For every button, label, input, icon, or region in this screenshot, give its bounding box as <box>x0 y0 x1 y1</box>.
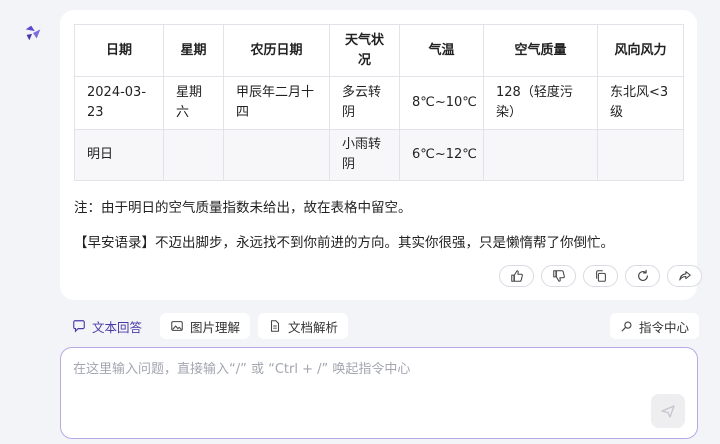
thumbs-up-icon <box>510 270 523 282</box>
cell-lunar: 甲辰年二月十四 <box>223 76 330 130</box>
like-button[interactable] <box>499 265 534 287</box>
answer-card: 日期 星期 农历日期 天气状况 气温 空气质量 风向风力 2024-03-23 … <box>60 10 702 300</box>
send-button[interactable] <box>651 394 685 428</box>
copy-button[interactable] <box>583 265 618 287</box>
cell-weather: 小雨转阴 <box>329 129 400 181</box>
cell-weather: 多云转阴 <box>329 76 400 130</box>
cell-air: 128（轻度污染） <box>483 76 598 130</box>
dislike-button[interactable] <box>541 265 576 287</box>
share-icon <box>678 271 691 281</box>
cell-date: 明日 <box>74 129 164 181</box>
tab-label: 文本回答 <box>92 319 143 335</box>
table-row: 2024-03-23 星期六 甲辰年二月十四 多云转阴 8℃~10℃ 128（轻… <box>74 76 684 130</box>
logo-icon <box>25 25 41 41</box>
copy-icon <box>595 270 606 282</box>
cell-weekday: 星期六 <box>163 76 224 130</box>
header-temp: 气温 <box>399 24 484 77</box>
chat-icon <box>73 320 85 333</box>
header-weekday: 星期 <box>163 24 224 77</box>
question-input[interactable] <box>73 358 643 398</box>
tab-image-understanding[interactable]: 图片理解 <box>160 313 251 339</box>
header-lunar: 农历日期 <box>223 24 330 77</box>
answer-actions <box>499 265 702 287</box>
cell-temp: 6℃~12℃ <box>399 129 484 181</box>
table-header-row: 日期 星期 农历日期 天气状况 气温 空气质量 风向风力 <box>74 24 684 77</box>
command-center-button[interactable]: 指令中心 <box>610 313 700 339</box>
tab-label: 图片理解 <box>190 319 241 335</box>
header-wind: 风向风力 <box>597 24 684 77</box>
tab-doc-parse[interactable]: 文档解析 <box>258 313 349 339</box>
tab-text-qa[interactable]: 文本回答 <box>62 313 152 339</box>
thumbs-down-icon <box>552 270 565 282</box>
header-date: 日期 <box>74 24 164 77</box>
command-center-label: 指令中心 <box>639 319 690 335</box>
note-text: 注：由于明日的空气质量指数未给出，故在表格中留空。 <box>74 200 412 216</box>
cell-temp: 8℃~10℃ <box>399 76 484 130</box>
question-input-box <box>60 347 698 439</box>
cell-wind: 东北风<3级 <box>597 76 684 130</box>
refresh-icon <box>637 269 648 281</box>
document-icon <box>271 320 280 332</box>
image-icon <box>171 321 183 331</box>
header-air: 空气质量 <box>483 24 598 77</box>
mode-tabs: 文本回答 图片理解 文档解析 <box>62 313 349 339</box>
tab-label: 文档解析 <box>288 319 339 335</box>
quote-text: 【早安语录】不迈出脚步，永远找不到你前进的方向。其实你很强，只是懒惰帮了你倒忙。 <box>74 235 614 251</box>
command-icon <box>621 321 632 332</box>
header-weather: 天气状况 <box>329 24 400 77</box>
cell-weekday <box>163 129 224 181</box>
send-icon <box>661 405 675 418</box>
weather-table: 日期 星期 农历日期 天气状况 气温 空气质量 风向风力 2024-03-23 … <box>74 24 684 181</box>
cell-lunar <box>223 129 330 181</box>
regenerate-button[interactable] <box>625 265 660 287</box>
share-button[interactable] <box>667 265 702 287</box>
assistant-avatar <box>22 22 44 44</box>
cell-air <box>483 129 598 181</box>
cell-wind <box>597 129 684 181</box>
cell-date: 2024-03-23 <box>74 76 164 130</box>
table-row: 明日 小雨转阴 6℃~12℃ <box>74 129 684 181</box>
